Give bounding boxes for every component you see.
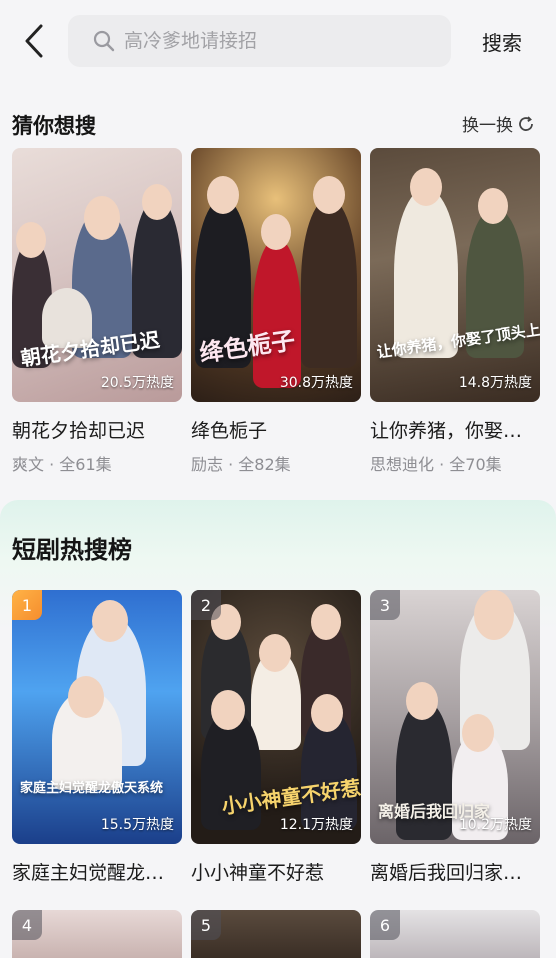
refresh-button[interactable]: 换一换 xyxy=(462,111,535,136)
heat-label: 14.8万热度 xyxy=(458,375,532,391)
drama-meta: 爽文 · 全61集 xyxy=(12,455,112,474)
hot-card[interactable]: 家庭主妇觉醒龙傲天系统 15.5万热度 1 家庭主妇觉醒龙… xyxy=(12,590,182,885)
drama-meta: 励志 · 全82集 xyxy=(191,455,291,474)
poster-image: 5 xyxy=(191,910,361,958)
poster-image: 6 xyxy=(370,910,540,958)
drama-meta: 思想迪化 · 全70集 xyxy=(370,455,502,474)
chevron-left-icon xyxy=(25,24,43,58)
hot-card[interactable]: 4 xyxy=(12,910,182,958)
top-bar: 搜索 xyxy=(0,0,556,84)
poster-image: 小小神童不好惹 12.1万热度 2 xyxy=(191,590,361,844)
heat-label: 30.8万热度 xyxy=(279,375,353,391)
drama-title: 小小神童不好惹 xyxy=(191,862,325,884)
guess-section-title: 猜你想搜 xyxy=(12,114,96,138)
drama-title: 朝花夕拾却已迟 xyxy=(12,420,146,442)
rank-badge: 2 xyxy=(191,590,221,620)
search-icon xyxy=(93,30,115,52)
heat-label: 10.2万热度 xyxy=(458,817,532,833)
search-input[interactable] xyxy=(124,30,424,52)
drama-title: 离婚后我回归家… xyxy=(370,862,523,884)
rank-badge: 4 xyxy=(12,910,42,940)
hot-card[interactable]: 小小神童不好惹 12.1万热度 2 小小神童不好惹 xyxy=(191,590,361,885)
hot-card[interactable]: 5 xyxy=(191,910,361,958)
rank-badge: 3 xyxy=(370,590,400,620)
rank-badge: 5 xyxy=(191,910,221,940)
search-button[interactable]: 搜索 xyxy=(482,27,522,56)
guess-card[interactable]: 让你养猪，你娶了顶头上司 14.8万热度 让你养猪，你娶… 思想迪化 · 全70… xyxy=(370,148,540,475)
poster-image: 让你养猪，你娶了顶头上司 14.8万热度 xyxy=(370,148,540,402)
refresh-label: 换一换 xyxy=(462,116,513,136)
drama-title: 绛色栀子 xyxy=(191,420,268,442)
poster-title: 家庭主妇觉醒龙傲天系统 xyxy=(20,781,164,796)
rank-badge: 1 xyxy=(12,590,42,620)
hot-card[interactable]: 离婚后我回归家 10.2万热度 3 离婚后我回归家… xyxy=(370,590,540,885)
guess-card[interactable]: 绛色栀子 30.8万热度 绛色栀子 励志 · 全82集 xyxy=(191,148,361,475)
heat-label: 12.1万热度 xyxy=(279,817,353,833)
guess-card[interactable]: 朝花夕拾却已迟 20.5万热度 朝花夕拾却已迟 爽文 · 全61集 xyxy=(12,148,182,475)
poster-image: 朝花夕拾却已迟 20.5万热度 xyxy=(12,148,182,402)
back-button[interactable] xyxy=(18,22,50,60)
hot-card[interactable]: 6 xyxy=(370,910,540,958)
hot-section-title: 短剧热搜榜 xyxy=(12,536,132,564)
poster-image: 家庭主妇觉醒龙傲天系统 15.5万热度 1 xyxy=(12,590,182,844)
drama-title: 让你养猪，你娶… xyxy=(370,420,523,442)
poster-image: 离婚后我回归家 10.2万热度 3 xyxy=(370,590,540,844)
rank-badge: 6 xyxy=(370,910,400,940)
poster-image: 4 xyxy=(12,910,182,958)
refresh-icon xyxy=(519,115,533,131)
heat-label: 20.5万热度 xyxy=(100,375,174,391)
heat-label: 15.5万热度 xyxy=(100,817,174,833)
poster-image: 绛色栀子 30.8万热度 xyxy=(191,148,361,402)
drama-title: 家庭主妇觉醒龙… xyxy=(12,862,165,884)
search-box[interactable] xyxy=(68,15,451,67)
